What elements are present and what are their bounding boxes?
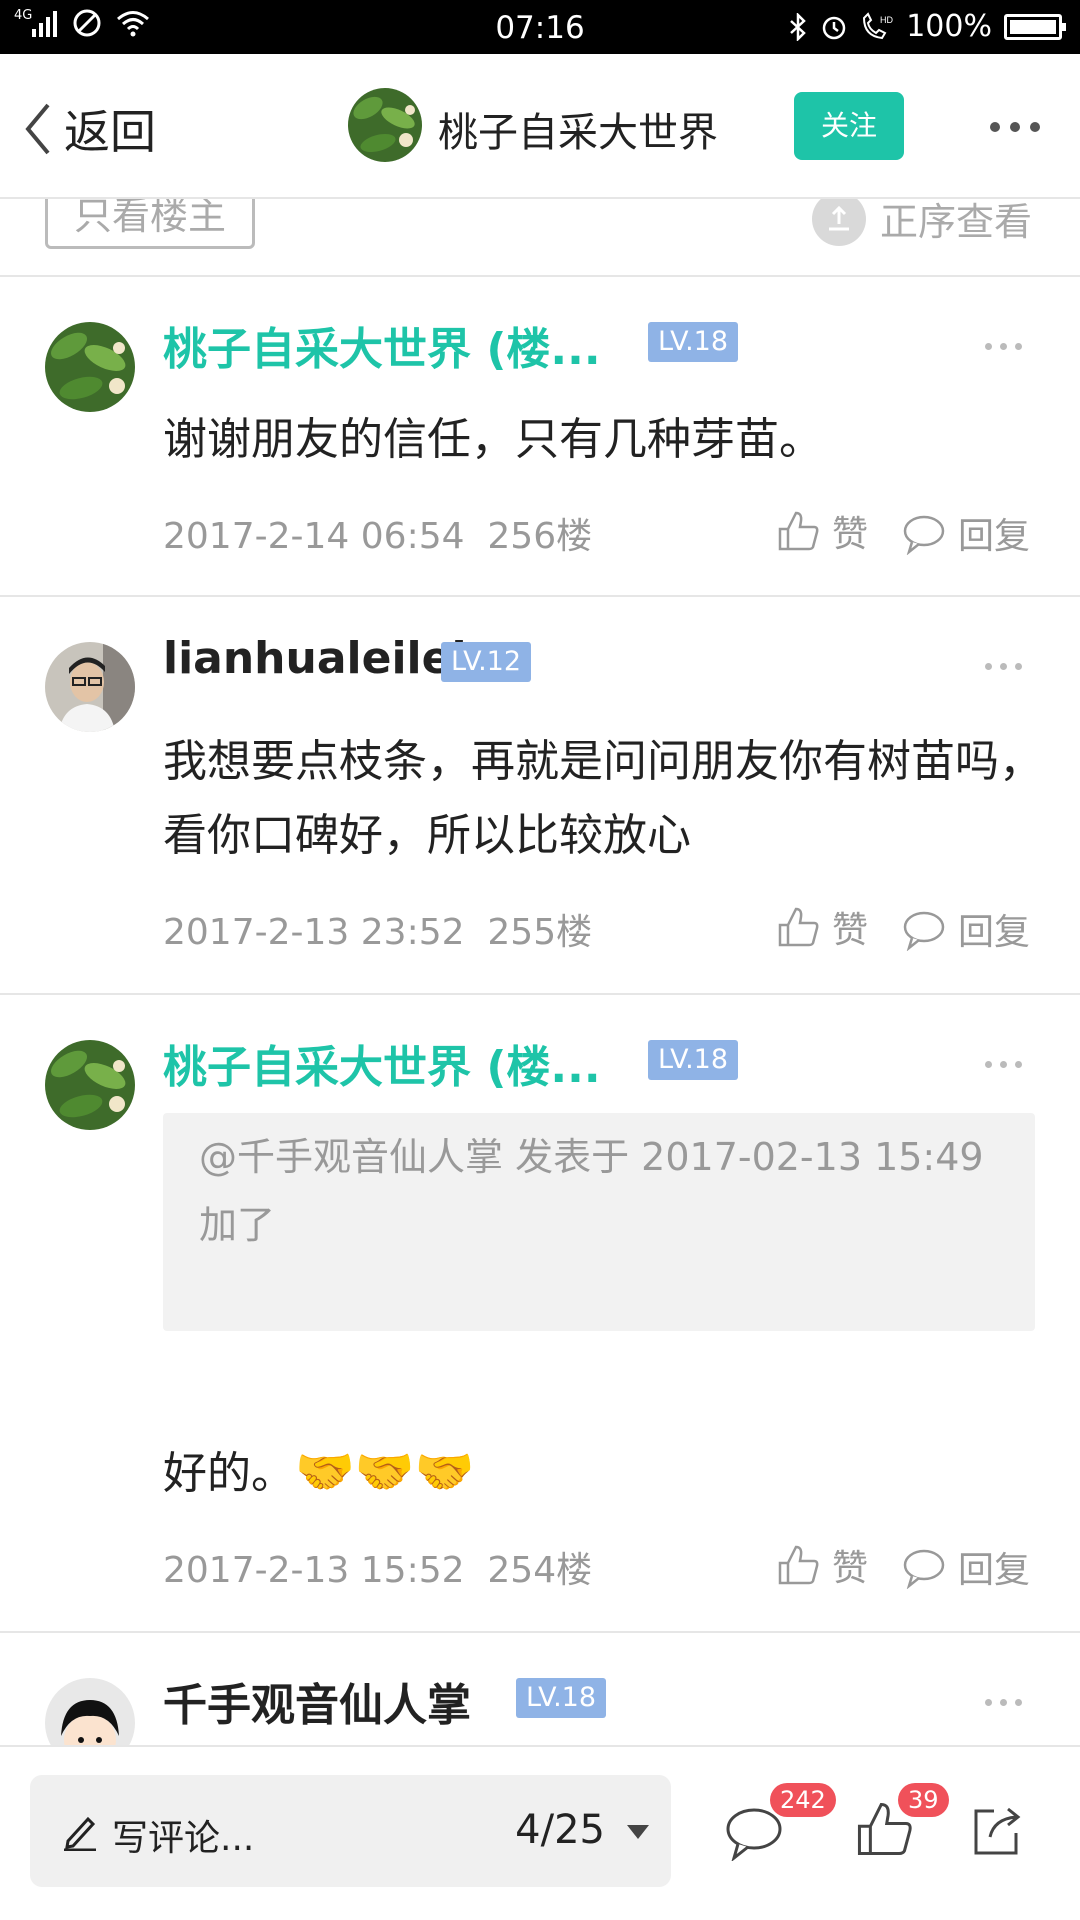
- post-item: lianhualeilei LV.12 我想要点枝条，再就是问问朋友你有树苗吗，…: [0, 597, 1080, 995]
- comment-bubble-icon: [903, 911, 945, 951]
- share-icon: [974, 1807, 1021, 1855]
- caret-down-icon[interactable]: [627, 1825, 649, 1839]
- bluetooth-icon: [790, 12, 807, 41]
- thumbs-up-icon: [778, 907, 819, 947]
- forum-title: 桃子自采大世界: [438, 110, 718, 156]
- floor-number: 256楼: [487, 516, 593, 557]
- only-op-button[interactable]: 只看楼主: [45, 199, 255, 249]
- reply-button[interactable]: 回复: [902, 507, 1030, 559]
- comment-bubble-icon: [903, 1549, 945, 1589]
- author-name[interactable]: lianhualeilei: [163, 633, 467, 684]
- level-badge: LV.18: [516, 1678, 607, 1718]
- floor-number: 255楼: [487, 912, 593, 953]
- author-name[interactable]: 桃子自采大世界 (楼...: [163, 313, 601, 377]
- reply-button[interactable]: 回复: [902, 903, 1030, 955]
- bottom-action-bar: 写评论... 4/25 242 39: [0, 1745, 1080, 1920]
- avatar[interactable]: [45, 322, 135, 412]
- reply-button[interactable]: 回复: [902, 1541, 1030, 1593]
- share-button[interactable]: [968, 1803, 1024, 1863]
- sort-toggle[interactable]: 正序查看: [811, 199, 1032, 246]
- level-badge: LV.18: [648, 322, 739, 362]
- level-badge: LV.12: [441, 642, 532, 682]
- top-nav-bar: 返回 桃子自采大世界 关注: [0, 54, 1080, 199]
- person-photo-avatar-icon: [45, 642, 135, 732]
- comments-button[interactable]: [724, 1805, 784, 1865]
- chevron-left-icon: [25, 103, 50, 155]
- floor-number: 254楼: [487, 1550, 593, 1591]
- peach-tree-avatar-icon: [45, 1040, 135, 1130]
- post-item: 桃子自采大世界 (楼... LV.18 @千手观音仙人掌 发表于 2017-02…: [0, 995, 1080, 1633]
- more-options-icon[interactable]: [990, 122, 1040, 132]
- back-button[interactable]: 返回: [20, 94, 156, 164]
- peach-tree-avatar-icon: [348, 88, 422, 162]
- like-button[interactable]: 赞: [776, 901, 868, 953]
- comment-input[interactable]: 写评论... 4/25: [30, 1775, 671, 1887]
- pencil-icon: [64, 1816, 96, 1851]
- cartoon-girl-avatar-icon: [45, 1678, 135, 1745]
- peach-tree-avatar-icon: [45, 322, 135, 412]
- battery-percent: 100%: [906, 9, 992, 44]
- post-more-icon[interactable]: [985, 1061, 1022, 1068]
- sort-order-icon: [811, 199, 866, 246]
- comment-count-badge: 242: [770, 1783, 836, 1817]
- post-meta: 2017-2-13 15:52 254楼: [163, 1541, 592, 1593]
- quote-header: @千手观音仙人掌 发表于 2017-02-13 15:49: [199, 1135, 984, 1179]
- author-name[interactable]: 千手观音仙人掌: [163, 1669, 471, 1733]
- author-name[interactable]: 桃子自采大世界 (楼...: [163, 1031, 601, 1095]
- avatar[interactable]: [45, 1040, 135, 1130]
- post-item: 桃子自采大世界 (楼... LV.18 谢谢朋友的信任，只有几种芽苗。 2017…: [0, 277, 1080, 597]
- hd-call-icon: HD: [863, 11, 894, 39]
- filter-bar: 只看楼主 正序查看: [0, 199, 1080, 277]
- status-right: HD 100%: [788, 9, 1066, 44]
- post-content: 谢谢朋友的信任，只有几种芽苗。: [163, 414, 823, 465]
- post-more-icon[interactable]: [985, 343, 1022, 350]
- forum-avatar[interactable]: [348, 88, 422, 162]
- follow-button[interactable]: 关注: [794, 92, 904, 160]
- post-datetime: 2017-2-13 15:52: [163, 1550, 465, 1591]
- post-text: 好的。: [163, 1448, 295, 1499]
- quote-body: 加了: [199, 1203, 276, 1247]
- back-label: 返回: [64, 105, 156, 159]
- like-button[interactable]: 赞: [776, 505, 868, 557]
- post-datetime: 2017-2-14 06:54: [163, 516, 465, 557]
- thumbs-up-icon: [778, 511, 819, 551]
- status-bar: 4G 07:16 HD 100%: [0, 0, 1080, 54]
- comment-bubble-icon: [903, 515, 945, 555]
- post-content: 我想要点枝条，再就是问问朋友你有树苗吗，看你口碑好，所以比较放心: [163, 736, 1043, 861]
- post-content: 好的。🤝🤝🤝: [163, 1435, 1043, 1511]
- sort-label: 正序查看: [879, 200, 1032, 244]
- post-datetime: 2017-2-13 23:52: [163, 912, 465, 953]
- comment-bubble-icon: [726, 1808, 782, 1863]
- handshake-emoji: 🤝🤝🤝: [295, 1444, 475, 1500]
- thumbs-up-icon: [778, 1545, 819, 1585]
- like-button[interactable]: 赞: [776, 1539, 868, 1591]
- post-meta: 2017-2-13 23:52 255楼: [163, 903, 592, 955]
- like-count-badge: 39: [898, 1783, 949, 1817]
- svg-text:HD: HD: [880, 15, 893, 25]
- page-indicator[interactable]: 4/25: [515, 1807, 605, 1853]
- post-item: 千手观音仙人掌 LV.18: [0, 1633, 1080, 1745]
- comment-placeholder: 写评论...: [112, 1818, 255, 1859]
- avatar[interactable]: [45, 642, 135, 732]
- post-meta: 2017-2-14 06:54 256楼: [163, 507, 592, 559]
- level-badge: LV.18: [648, 1040, 739, 1080]
- post-more-icon[interactable]: [985, 663, 1022, 670]
- avatar[interactable]: [45, 1678, 135, 1745]
- battery-icon: [1004, 13, 1066, 40]
- quoted-reply[interactable]: @千手观音仙人掌 发表于 2017-02-13 15:49 加了: [163, 1113, 1035, 1331]
- alarm-icon: [822, 16, 846, 39]
- post-more-icon[interactable]: [985, 1699, 1022, 1706]
